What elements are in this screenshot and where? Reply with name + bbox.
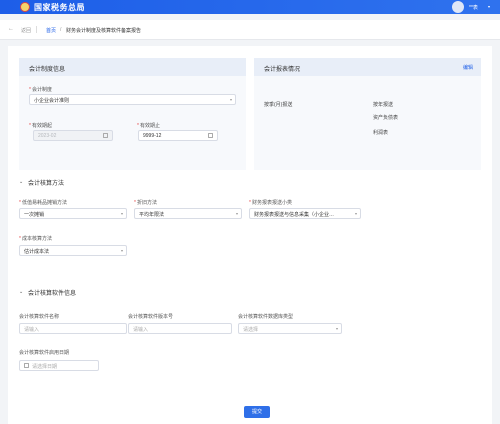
report-category-label: *财务报表报送小类 <box>249 200 292 206</box>
breadcrumb-bar: ← 返回 首页 / 财务会计制度及核算软件备案报告 <box>0 20 500 40</box>
software-name-input[interactable]: 请输入 <box>19 323 127 334</box>
calendar-icon <box>103 133 108 138</box>
chevron-down-icon: ▾ <box>229 97 232 102</box>
required-mark: * <box>29 87 31 93</box>
required-mark: * <box>137 123 139 129</box>
edit-link[interactable]: 编辑 <box>463 64 473 71</box>
card-title: 会计报表情况 <box>264 67 301 73</box>
database-type-label: 会计核算软件数据库类型 <box>238 314 294 320</box>
collapse-chevron-icon[interactable]: ⌄ <box>19 179 23 185</box>
calendar-icon <box>24 363 29 368</box>
cost-method-select[interactable]: 估计成本法 ▾ <box>19 245 127 256</box>
method-section-title: 会计核算方法 <box>28 181 65 187</box>
report-category-select[interactable]: 财务报表报送与信息采集（小企业… ▾ <box>249 208 361 219</box>
card-header: 会计制度信息 <box>19 58 246 76</box>
site-title: 国家税务总局 <box>34 3 85 12</box>
periodic-report-label: 按季(月)报送 <box>264 102 293 108</box>
back-link[interactable]: 返回 <box>21 27 31 34</box>
chevron-down-icon: ▾ <box>120 248 123 253</box>
card-title: 会计制度信息 <box>29 67 66 73</box>
calendar-icon <box>208 133 213 138</box>
user-name[interactable]: **表 <box>469 4 478 11</box>
submit-button[interactable]: 提交 <box>244 406 270 418</box>
depreciation-method-select[interactable]: 平均年限法 ▾ <box>134 208 242 219</box>
chevron-down-icon: ▾ <box>354 211 357 216</box>
user-avatar[interactable] <box>452 1 464 13</box>
required-mark: * <box>19 200 21 206</box>
required-mark: * <box>249 200 251 206</box>
chevron-down-icon: ▾ <box>335 326 338 331</box>
chevron-down-icon: ▾ <box>120 211 123 216</box>
software-date-label: 会计核算软件启用日期 <box>19 350 70 356</box>
software-version-label: 会计核算软件版本号 <box>128 314 174 320</box>
chevron-down-icon: ▾ <box>235 211 238 216</box>
accounting-system-card: 会计制度信息 *会计制度 小企业会计准则 ▾ *有效期起 2023-02 *有效… <box>19 58 246 170</box>
back-arrow-icon[interactable]: ← <box>8 26 14 32</box>
collapse-chevron-icon[interactable]: ⌄ <box>19 289 23 295</box>
tax-bureau-logo-icon <box>20 2 30 12</box>
low-value-label: *低值易耗品摊销方法 <box>19 200 67 206</box>
annual-report-label: 按年报送 <box>373 102 394 108</box>
start-date-field: 2023-02 <box>33 130 113 141</box>
top-bar: 国家税务总局 **表 ▾ <box>0 0 500 14</box>
report-item: 利润表 <box>373 130 389 136</box>
required-mark: * <box>134 200 136 206</box>
start-date-label: *有效期起 <box>29 123 52 129</box>
software-date-picker[interactable]: 请选择日期 <box>19 360 99 371</box>
software-section-title: 会计核算软件信息 <box>28 291 77 297</box>
report-info-card: 会计报表情况 编辑 按季(月)报送 按年报送 资产负债表 利润表 <box>254 58 481 170</box>
depreciation-label: *折旧方法 <box>134 200 157 206</box>
software-version-input[interactable]: 请输入 <box>128 323 232 334</box>
system-label: *会计制度 <box>29 87 52 93</box>
required-mark: * <box>19 236 21 242</box>
accounting-system-select[interactable]: 小企业会计准则 ▾ <box>29 94 236 105</box>
low-value-method-select[interactable]: 一次摊销 ▾ <box>19 208 127 219</box>
breadcrumb-current: 财务会计制度及核算软件备案报告 <box>66 28 142 34</box>
breadcrumb-home[interactable]: 首页 <box>46 27 56 34</box>
cost-method-label: *成本核算方法 <box>19 236 52 242</box>
software-name-label: 会计核算软件名称 <box>19 314 60 320</box>
report-item: 资产负债表 <box>373 115 399 121</box>
required-mark: * <box>29 123 31 129</box>
chevron-down-icon[interactable]: ▾ <box>488 4 490 9</box>
database-type-select[interactable]: 请选择 ▾ <box>238 323 342 334</box>
breadcrumb-separator: / <box>60 27 62 33</box>
end-date-field[interactable]: 9999-12 <box>138 130 218 141</box>
main-panel: 会计制度信息 *会计制度 小企业会计准则 ▾ *有效期起 2023-02 *有效… <box>8 46 492 424</box>
card-header: 会计报表情况 编辑 <box>254 58 481 76</box>
end-date-label: *有效期止 <box>137 123 160 129</box>
divider <box>36 26 37 33</box>
